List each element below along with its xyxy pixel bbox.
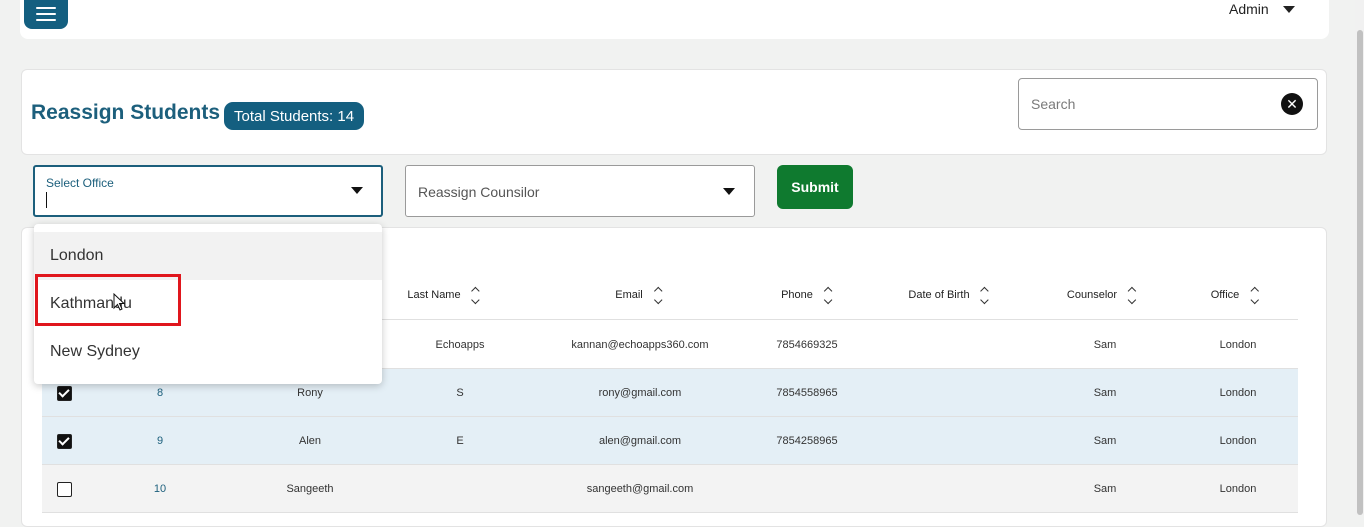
- cell-counselor: Sam: [1093, 387, 1117, 399]
- cell-email: sangeeth@gmail.com: [586, 483, 694, 495]
- column-header-counselor[interactable]: Counselor: [1067, 270, 1137, 320]
- chevron-down-icon: [1282, 5, 1295, 13]
- sort-icon[interactable]: [1250, 286, 1259, 304]
- cell-phone: 7854669325: [776, 339, 838, 351]
- sort-icon[interactable]: [1127, 286, 1137, 304]
- column-header-email[interactable]: Email: [615, 270, 663, 320]
- reassign-counsilor-select[interactable]: Reassign Counsilor: [405, 165, 755, 217]
- cell-first-name: Alen: [298, 435, 322, 447]
- row-checkbox[interactable]: [57, 386, 72, 401]
- cell-id[interactable]: 10: [154, 465, 166, 513]
- menu-button[interactable]: [24, 0, 68, 29]
- cell-office: London: [1219, 339, 1257, 351]
- chevron-down-icon[interactable]: [723, 188, 735, 195]
- column-header-last-name[interactable]: Last Name: [407, 270, 480, 320]
- clear-icon[interactable]: ✕: [1281, 93, 1303, 115]
- page-scrollbar-thumb[interactable]: [1357, 30, 1363, 515]
- office-option-london[interactable]: London: [34, 232, 382, 280]
- cell-first-name: Sangeeth: [286, 483, 334, 495]
- select-office-label: Select Office: [46, 176, 114, 190]
- counsilor-placeholder: Reassign Counsilor: [418, 184, 540, 200]
- cell-phone: 7854258965: [776, 435, 838, 447]
- sort-icon[interactable]: [823, 286, 833, 304]
- table-row[interactable]: 9 Alen E alen@gmail.com 7854258965 Sam L…: [42, 417, 1298, 465]
- column-header-phone[interactable]: Phone: [781, 270, 833, 320]
- cell-phone: 7854558965: [776, 387, 838, 399]
- sort-icon[interactable]: [980, 286, 989, 304]
- hamburger-icon-line: [36, 6, 56, 9]
- cell-office: London: [1219, 483, 1257, 495]
- table-row[interactable]: 10 Sangeeth sangeeth@gmail.com Sam Londo…: [42, 465, 1298, 513]
- cell-id[interactable]: 9: [157, 417, 163, 465]
- page-title: Reassign Students: [31, 101, 221, 124]
- cell-office: London: [1219, 435, 1257, 447]
- cell-last-name: S: [456, 387, 464, 399]
- column-header-dob[interactable]: Date of Birth: [908, 270, 989, 320]
- cell-counselor: Sam: [1093, 435, 1117, 447]
- cell-email: rony@gmail.com: [598, 387, 682, 399]
- hamburger-icon-line: [36, 12, 56, 15]
- search-box: ✕: [1018, 78, 1318, 130]
- search-input[interactable]: [1031, 96, 1281, 112]
- select-office-field[interactable]: Select Office: [33, 165, 383, 217]
- cell-counselor: Sam: [1093, 339, 1117, 351]
- submit-button[interactable]: Submit: [777, 165, 853, 209]
- cell-email: alen@gmail.com: [598, 435, 682, 447]
- chevron-down-icon[interactable]: [351, 187, 363, 194]
- sort-icon[interactable]: [653, 286, 663, 304]
- text-cursor: [46, 192, 47, 208]
- highlight-annotation-box: [35, 274, 181, 326]
- mouse-pointer-icon: [113, 293, 126, 311]
- admin-label: Admin: [1229, 1, 1269, 17]
- sort-icon[interactable]: [471, 286, 480, 304]
- row-checkbox[interactable]: [57, 482, 72, 497]
- hamburger-icon-line: [36, 18, 56, 21]
- office-option-new-sydney[interactable]: New Sydney: [34, 328, 382, 376]
- admin-menu[interactable]: Admin: [1229, 1, 1295, 17]
- row-checkbox[interactable]: [57, 434, 72, 449]
- top-bar: [20, 0, 1329, 39]
- cell-email: kannan@echoapps360.com: [571, 339, 709, 351]
- cell-office: London: [1219, 387, 1257, 399]
- total-students-badge: Total Students: 14: [224, 102, 365, 130]
- cell-last-name: Echoapps: [435, 339, 485, 351]
- cell-counselor: Sam: [1093, 483, 1117, 495]
- cell-last-name: E: [456, 435, 464, 447]
- column-header-office[interactable]: Office: [1211, 270, 1259, 320]
